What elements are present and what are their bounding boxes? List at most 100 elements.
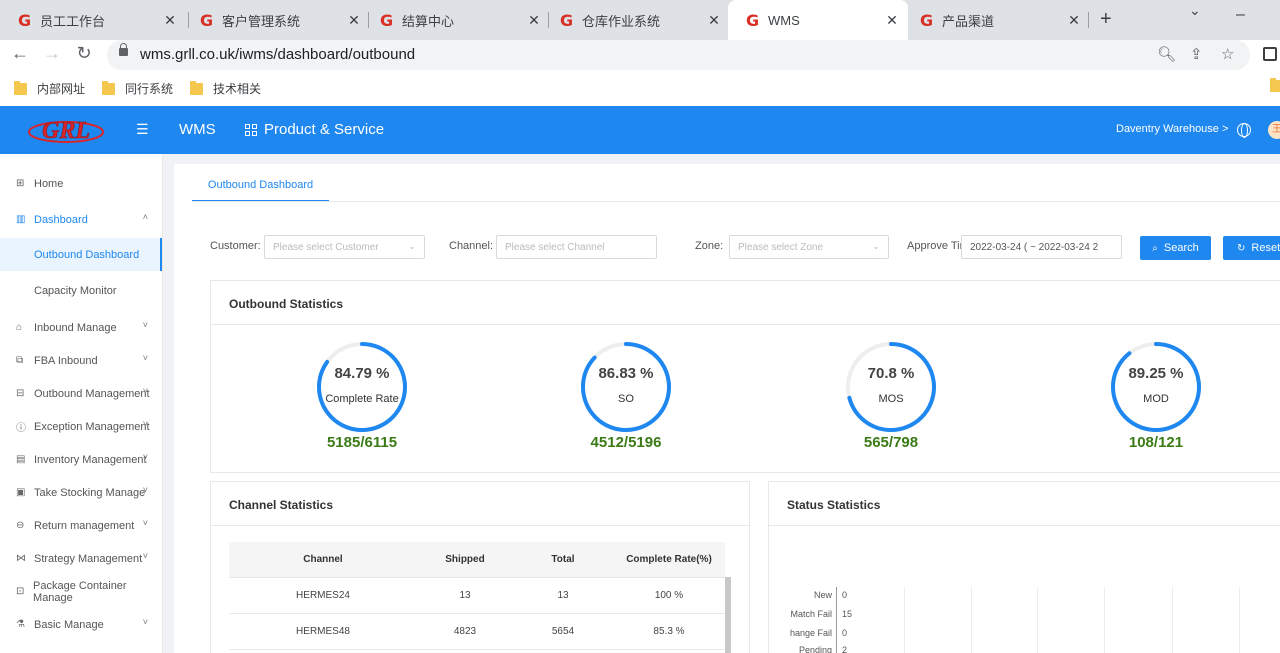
browser-tab[interactable]: G 客户管理系统 ✕ bbox=[182, 0, 368, 40]
zone-label: Zone: bbox=[695, 240, 724, 252]
mod-gauge bbox=[1111, 342, 1201, 432]
table-scrollbar[interactable] bbox=[725, 577, 731, 653]
total-cell: 5654 bbox=[551, 626, 575, 637]
tab-outbound-dashboard[interactable]: Outbound Dashboard bbox=[192, 166, 329, 202]
close-icon[interactable]: ✕ bbox=[162, 12, 178, 29]
grid-line bbox=[1239, 587, 1240, 653]
google-g-icon: G bbox=[746, 10, 760, 30]
app-header: GRL ☰ WMS Product & Service Daventry War… bbox=[0, 106, 1280, 154]
browser-tab[interactable]: G 产品渠道 ✕ bbox=[902, 0, 1088, 40]
sidebar-item-outbound-dashboard[interactable]: Outbound Dashboard bbox=[0, 238, 162, 271]
side-panel-icon[interactable] bbox=[1263, 47, 1277, 61]
sidebar-item-label: Strategy Management bbox=[34, 552, 143, 565]
sidebar-item-take-stocking[interactable]: ▣ Take Stocking Manage ˅ bbox=[0, 476, 162, 509]
sidebar-item-fba-inbound[interactable]: ⧉ FBA Inbound ˅ bbox=[0, 344, 162, 377]
gauge-name: Complete Rate bbox=[325, 393, 399, 405]
mos-gauge bbox=[846, 342, 936, 432]
new-tab-plus-icon[interactable]: + bbox=[1100, 8, 1112, 31]
close-icon[interactable]: ✕ bbox=[884, 12, 900, 29]
sidebar-item-package-container[interactable]: ⊡ Package Container Manage bbox=[0, 575, 162, 608]
chevron-down-icon: ˅ bbox=[142, 485, 148, 495]
card-title: Outbound Statistics bbox=[229, 297, 343, 311]
bar-chart-icon: ▥ bbox=[16, 214, 26, 225]
gauge-arc bbox=[581, 342, 671, 432]
tab-title: 产品渠道 bbox=[942, 13, 995, 29]
chevron-down-icon[interactable]: ⌄ bbox=[1189, 2, 1201, 19]
zoom-icon[interactable]: 🔍︎ bbox=[1157, 45, 1176, 63]
sidebar-item-inbound-manage[interactable]: ⌂ Inbound Manage ˅ bbox=[0, 311, 162, 344]
app-title[interactable]: WMS bbox=[179, 121, 216, 138]
share-icon[interactable]: ⇪ bbox=[1190, 45, 1203, 63]
channel-label: Channel: bbox=[449, 240, 494, 252]
sidebar-item-label: Take Stocking Manage bbox=[34, 486, 146, 499]
table-header: Channel Shipped Total Complete Rate(%) bbox=[229, 542, 725, 578]
reset-button-label: Reset bbox=[1251, 242, 1280, 254]
browser-tab-active[interactable]: G WMS ✕ bbox=[728, 0, 908, 40]
menu-toggle-icon[interactable]: ☰ bbox=[136, 121, 149, 138]
reload-icon[interactable]: ↻ bbox=[72, 43, 96, 64]
bookmark-folder[interactable] bbox=[1270, 78, 1280, 92]
status-value: 2 bbox=[842, 645, 848, 653]
sidebar-item-strategy-management[interactable]: ⋈ Strategy Management ˅ bbox=[0, 542, 162, 575]
channel-placeholder: Please select Channel bbox=[505, 242, 605, 253]
bookmark-label: 同行系统 bbox=[125, 82, 174, 96]
close-icon[interactable]: ✕ bbox=[1066, 12, 1082, 29]
bookmark-folder[interactable]: 内部网址 bbox=[14, 80, 85, 97]
apps-grid-icon[interactable] bbox=[245, 124, 257, 136]
so-gauge bbox=[581, 342, 671, 432]
minimize-icon[interactable]: – bbox=[1236, 6, 1245, 24]
star-icon[interactable]: ☆ bbox=[1221, 45, 1234, 63]
grl-logo[interactable]: GRL bbox=[28, 116, 104, 144]
back-arrow-icon[interactable]: ← bbox=[8, 43, 32, 64]
column-header: Channel bbox=[303, 554, 343, 565]
browser-tab[interactable]: G 员工工作台 ✕ bbox=[0, 0, 188, 40]
zone-select[interactable]: Please select Zone ⌄ bbox=[729, 235, 889, 259]
status-category-label: hange Fail bbox=[789, 628, 832, 638]
gauge-count: 108/121 bbox=[1128, 434, 1184, 451]
table-row[interactable]: HERMES48 4823 5654 85.3 % bbox=[229, 614, 725, 650]
chevron-up-icon: ˄ bbox=[142, 212, 148, 222]
sidebar-item-exception-management[interactable]: ⓘ Exception Management ˅ bbox=[0, 410, 162, 443]
sidebar-item-dashboard[interactable]: ▥ Dashboard ˄ bbox=[0, 203, 162, 236]
browser-toolbar: ← → ↻ wms.grll.co.uk/iwms/dashboard/outb… bbox=[0, 40, 1280, 70]
close-icon[interactable]: ✕ bbox=[706, 12, 722, 29]
bookmark-folder[interactable]: 技术相关 bbox=[190, 80, 261, 97]
card-title: Status Statistics bbox=[787, 498, 881, 512]
reset-button[interactable]: ↻ Reset bbox=[1223, 236, 1280, 260]
sidebar-item-return-management[interactable]: ⊖ Return management ˅ bbox=[0, 509, 162, 542]
y-axis-line bbox=[836, 587, 837, 653]
globe-icon[interactable] bbox=[1237, 123, 1251, 138]
gauge-count: 4512/5196 bbox=[590, 434, 662, 451]
google-g-icon: G bbox=[380, 10, 394, 30]
chevron-down-icon: ⌄ bbox=[408, 241, 416, 251]
browser-tab[interactable]: G 结算中心 ✕ bbox=[362, 0, 548, 40]
forward-arrow-icon[interactable]: → bbox=[40, 43, 64, 64]
sidebar-item-outbound-management[interactable]: ⊟ Outbound Management ˅ bbox=[0, 377, 162, 410]
sidebar-item-home[interactable]: ⊞ Home bbox=[0, 167, 162, 200]
chevron-down-icon: ˅ bbox=[142, 419, 148, 429]
gauge-arc bbox=[1111, 342, 1201, 432]
close-icon[interactable]: ✕ bbox=[526, 12, 542, 29]
sidebar-item-inventory-management[interactable]: ▤ Inventory Management ˅ bbox=[0, 443, 162, 476]
address-bar[interactable]: wms.grll.co.uk/iwms/dashboard/outbound 🔍… bbox=[107, 40, 1250, 70]
channel-cell: HERMES24 bbox=[296, 590, 350, 601]
close-icon[interactable]: ✕ bbox=[346, 12, 362, 29]
warehouse-selector[interactable]: Daventry Warehouse > bbox=[1116, 123, 1228, 135]
tab-title: WMS bbox=[768, 12, 800, 28]
gauge-count: 565/798 bbox=[863, 434, 919, 451]
sidebar-item-label: Capacity Monitor bbox=[34, 284, 117, 297]
bookmark-folder[interactable]: 同行系统 bbox=[102, 80, 173, 97]
product-service-link[interactable]: Product & Service bbox=[264, 121, 384, 138]
sidebar-item-capacity-monitor[interactable]: Capacity Monitor bbox=[0, 274, 162, 307]
search-button[interactable]: ⌕ Search bbox=[1140, 236, 1211, 260]
return-icon: ⊖ bbox=[16, 520, 25, 531]
sidebar-item-basic-manage[interactable]: ⚗ Basic Manage ˅ bbox=[0, 608, 162, 641]
customer-select[interactable]: Please select Customer ⌄ bbox=[264, 235, 425, 259]
channel-select[interactable]: Please select Channel bbox=[496, 235, 657, 259]
approve-time-range[interactable]: 2022-03-24 ( ~ 2022-03-24 2 bbox=[961, 235, 1122, 259]
strategy-icon: ⋈ bbox=[16, 553, 26, 564]
google-g-icon: G bbox=[920, 10, 934, 30]
table-row[interactable]: HERMES24 13 13 100 % bbox=[229, 578, 725, 614]
avatar[interactable]: 王 bbox=[1268, 121, 1280, 139]
browser-tab[interactable]: G 仓库作业系统 ✕ bbox=[542, 0, 728, 40]
